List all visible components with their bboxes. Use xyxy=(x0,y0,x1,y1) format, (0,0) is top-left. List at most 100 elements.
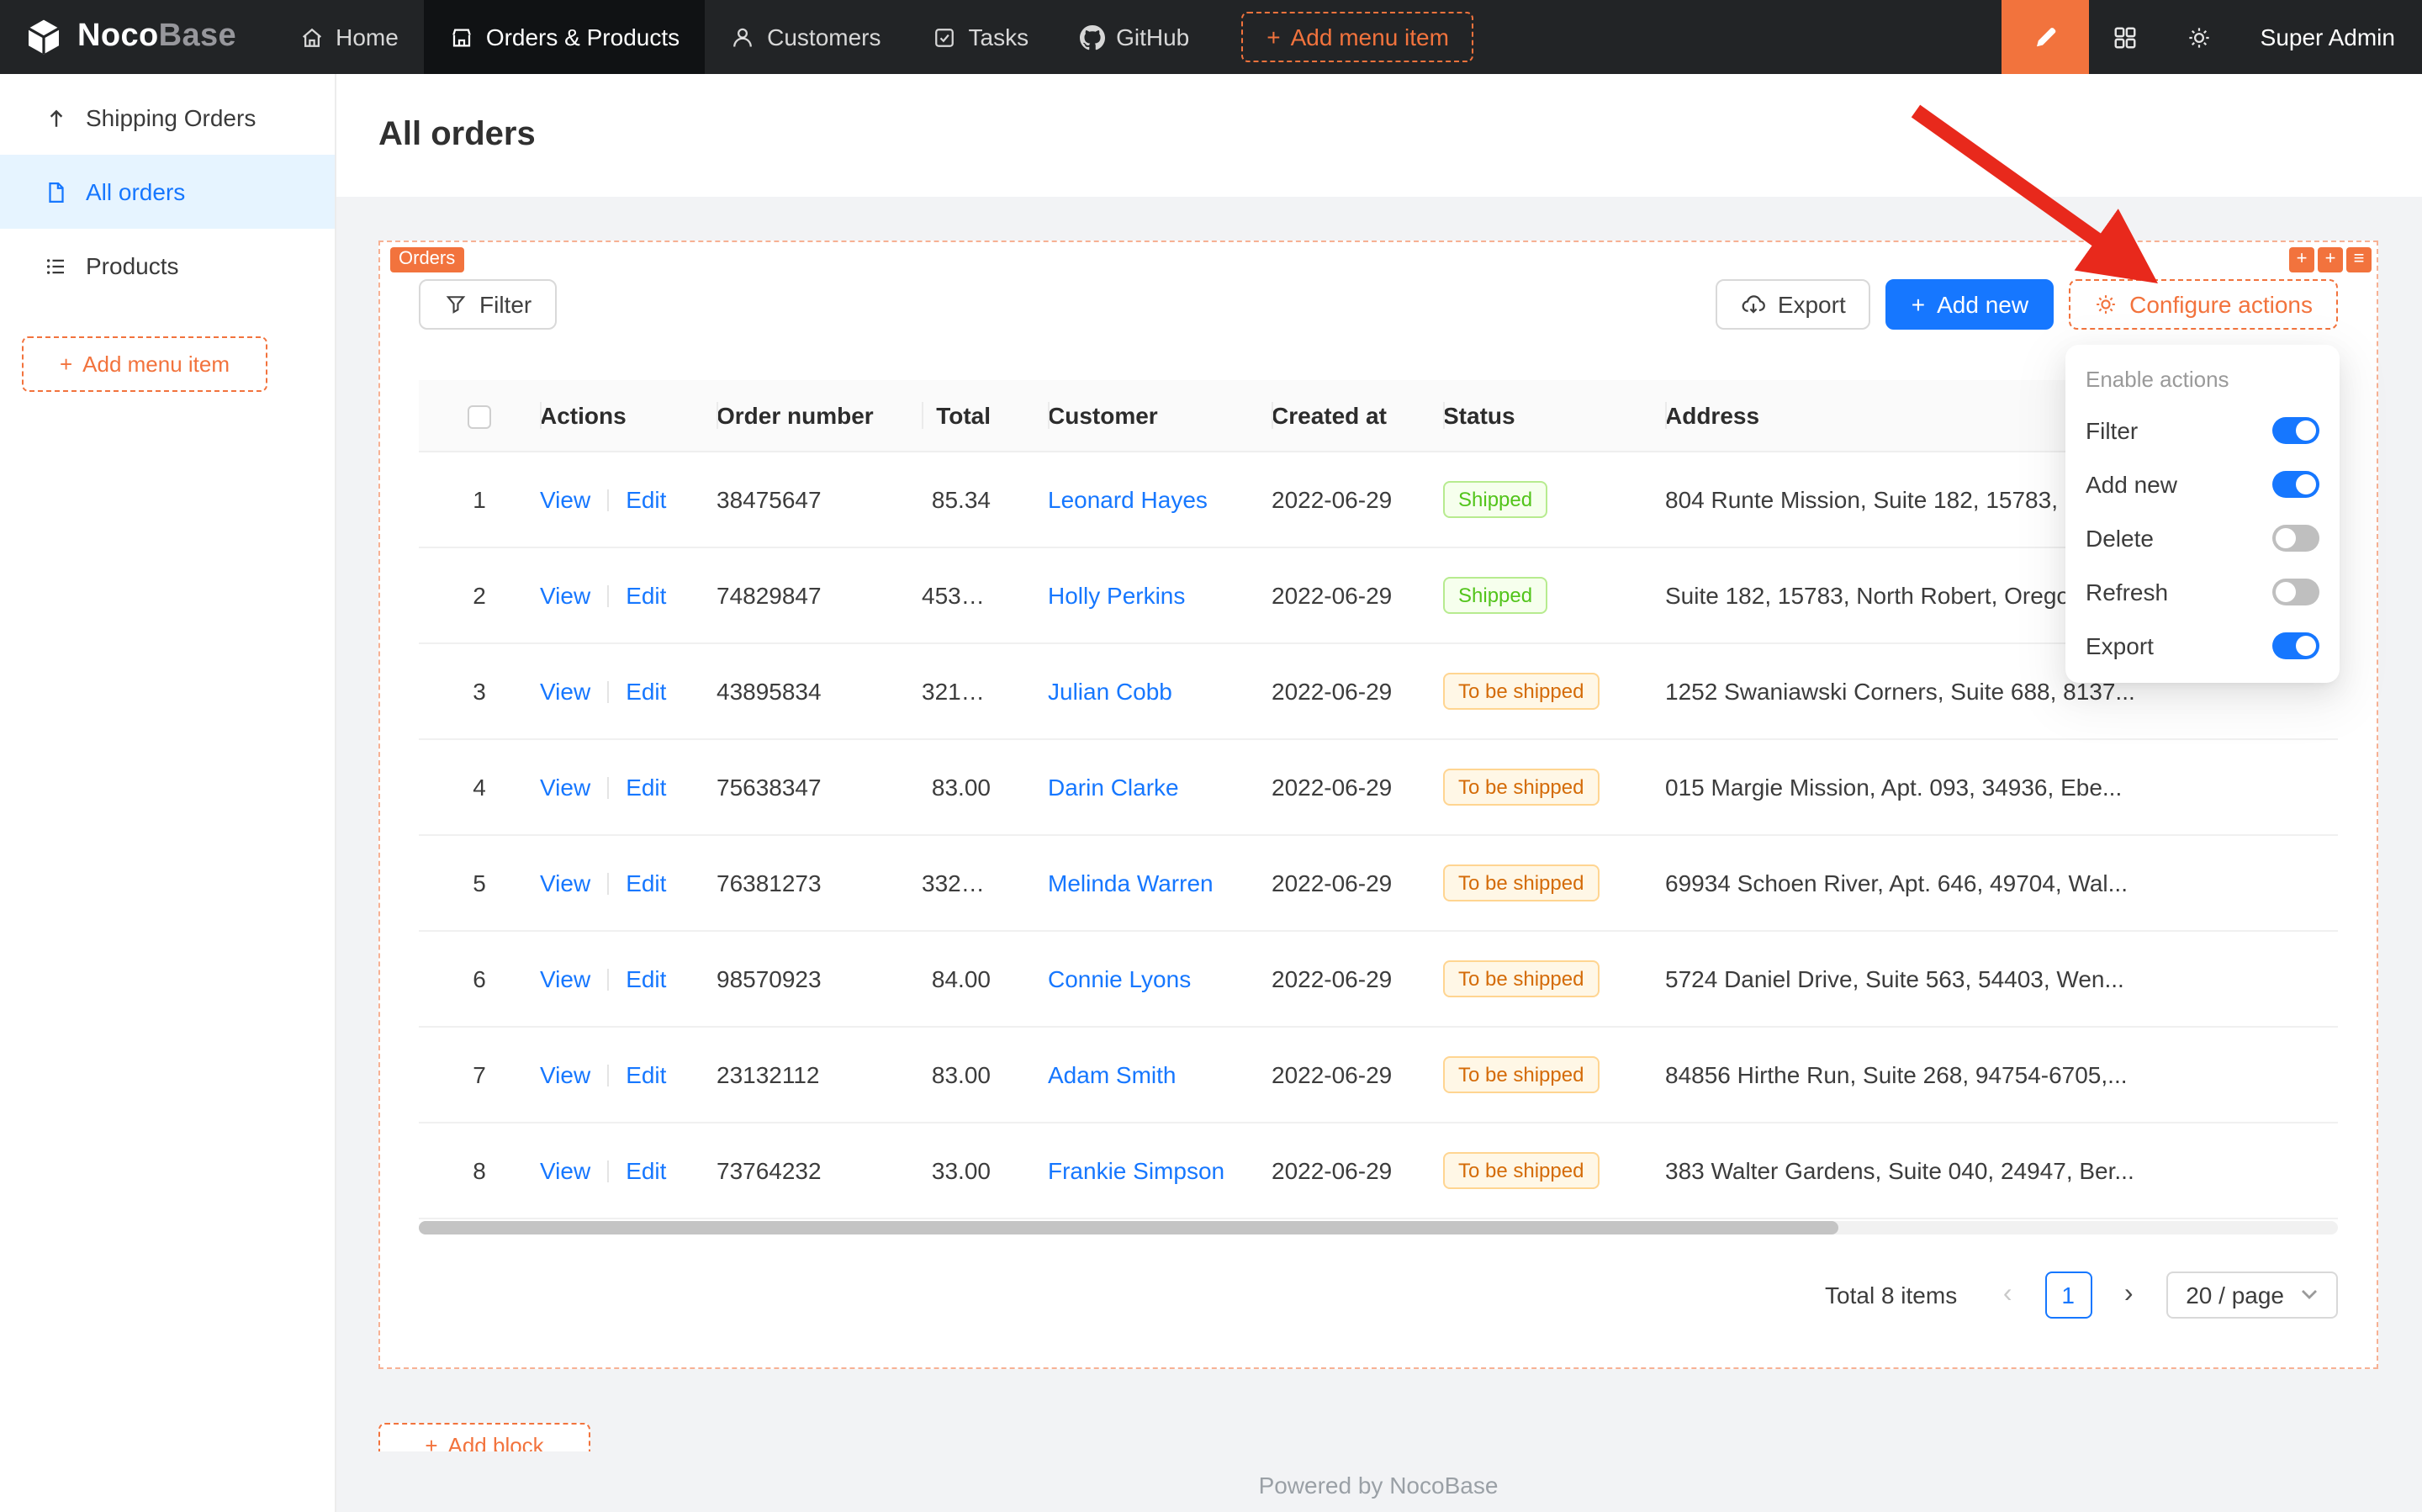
edit-link[interactable]: Edit xyxy=(626,1060,666,1087)
navbar-right: Super Admin xyxy=(2002,0,2422,74)
add-new-button[interactable]: + Add new xyxy=(1886,279,2054,330)
view-link[interactable]: View xyxy=(540,1156,590,1183)
nav-item-orders-products[interactable]: Orders & Products xyxy=(424,0,705,74)
view-link[interactable]: View xyxy=(540,677,590,704)
add-new-toggle[interactable] xyxy=(2272,471,2319,498)
customer-link[interactable]: Melinda Warren xyxy=(1048,869,1214,896)
content-area: Orders + + ≡ Filter xyxy=(336,197,2422,1512)
export-button[interactable]: Export xyxy=(1716,279,1871,330)
customer-link[interactable]: Julian Cobb xyxy=(1048,677,1172,704)
sidebar-item-all-orders[interactable]: All orders xyxy=(0,155,335,229)
customer-link[interactable]: Adam Smith xyxy=(1048,1060,1177,1087)
sidebar-item-products[interactable]: Products xyxy=(0,229,335,303)
table-row: 5 ViewEdit 76381273 332.00 Melinda Warre… xyxy=(419,834,2338,930)
pen-icon xyxy=(2032,24,2059,50)
view-link[interactable]: View xyxy=(540,869,590,896)
page-number-button[interactable]: 1 xyxy=(2044,1271,2091,1318)
column-header-total[interactable]: Total xyxy=(922,380,1048,451)
edit-link[interactable]: Edit xyxy=(626,677,666,704)
export-toggle[interactable] xyxy=(2272,632,2319,659)
navbar-add-menu-item-button[interactable]: + Add menu item xyxy=(1241,12,1474,62)
total-cell: 83.00 xyxy=(922,738,1048,834)
cloud-download-icon xyxy=(1741,292,1766,317)
table-row: 4 ViewEdit 75638347 83.00 Darin Clarke 2… xyxy=(419,738,2338,834)
view-link[interactable]: View xyxy=(540,965,590,991)
scrollbar-thumb[interactable] xyxy=(419,1220,1839,1234)
column-header-customer[interactable]: Customer xyxy=(1048,380,1272,451)
block-add-icon[interactable]: + xyxy=(2289,247,2314,272)
nav-item-home[interactable]: Home xyxy=(273,0,424,74)
customer-cell: Melinda Warren xyxy=(1048,834,1272,930)
status-cell: To be shipped xyxy=(1443,1122,1665,1218)
nav-item-tasks[interactable]: Tasks xyxy=(907,0,1055,74)
delete-toggle[interactable] xyxy=(2272,525,2319,552)
order-number-cell: 43895834 xyxy=(717,642,922,738)
view-link[interactable]: View xyxy=(540,485,590,512)
dropdown-item-add-new[interactable]: Add new xyxy=(2065,457,2340,511)
sidebar-item-shipping-orders[interactable]: Shipping Orders xyxy=(0,81,335,155)
powered-by-text: Powered by NocoBase xyxy=(378,1472,2378,1499)
prev-page-button[interactable]: ‹ xyxy=(1984,1271,2031,1318)
select-all-checkbox[interactable] xyxy=(468,405,491,429)
edit-link[interactable]: Edit xyxy=(626,581,666,608)
divider xyxy=(607,680,609,702)
edit-link[interactable]: Edit xyxy=(626,485,666,512)
nav-item-customers[interactable]: Customers xyxy=(705,0,906,74)
table-row: 7 ViewEdit 23132112 83.00 Adam Smith 202… xyxy=(419,1026,2338,1122)
customer-link[interactable]: Holly Perkins xyxy=(1048,581,1185,608)
edit-link[interactable]: Edit xyxy=(626,965,666,991)
gear-icon xyxy=(2187,24,2213,50)
block-add-column-icon[interactable]: + xyxy=(2318,247,2343,272)
edit-link[interactable]: Edit xyxy=(626,869,666,896)
next-page-button[interactable]: › xyxy=(2105,1271,2152,1318)
view-link[interactable]: View xyxy=(540,1060,590,1087)
customer-link[interactable]: Frankie Simpson xyxy=(1048,1156,1224,1183)
block-menu-icon[interactable]: ≡ xyxy=(2346,247,2372,272)
status-badge: Shipped xyxy=(1443,480,1547,517)
status-cell: To be shipped xyxy=(1443,834,1665,930)
sidebar-add-menu-item-button[interactable]: + Add menu item xyxy=(22,336,267,392)
divider xyxy=(607,1064,609,1086)
column-header-status[interactable]: Status xyxy=(1443,380,1665,451)
refresh-toggle[interactable] xyxy=(2272,579,2319,605)
view-link[interactable]: View xyxy=(540,581,590,608)
table-row: 8 ViewEdit 73764232 33.00 Frankie Simpso… xyxy=(419,1122,2338,1218)
filter-toggle[interactable] xyxy=(2272,417,2319,444)
view-link[interactable]: View xyxy=(540,773,590,800)
orders-table: Actions Order number Total Customer Crea… xyxy=(419,380,2338,1219)
column-header-actions[interactable]: Actions xyxy=(540,380,717,451)
plugin-grid-button[interactable] xyxy=(2089,0,2163,74)
edit-link[interactable]: Edit xyxy=(626,773,666,800)
edit-link[interactable]: Edit xyxy=(626,1156,666,1183)
dropdown-item-filter[interactable]: Filter xyxy=(2065,404,2340,457)
dropdown-item-export[interactable]: Export xyxy=(2065,619,2340,673)
customer-link[interactable]: Darin Clarke xyxy=(1048,773,1179,800)
customer-link[interactable]: Connie Lyons xyxy=(1048,965,1191,991)
tasks-icon xyxy=(932,24,957,50)
filter-button[interactable]: Filter xyxy=(419,279,557,330)
created-at-cell: 2022-06-29 xyxy=(1272,930,1443,1026)
ui-editor-pen-button[interactable] xyxy=(2002,0,2089,74)
dropdown-item-refresh[interactable]: Refresh xyxy=(2065,565,2340,619)
block-collection-tag[interactable]: Orders xyxy=(390,247,463,272)
created-at-cell: 2022-06-29 xyxy=(1272,451,1443,547)
created-at-cell: 2022-06-29 xyxy=(1272,738,1443,834)
dropdown-item-delete[interactable]: Delete xyxy=(2065,511,2340,565)
settings-gear-button[interactable] xyxy=(2163,0,2237,74)
customer-link[interactable]: Leonard Hayes xyxy=(1048,485,1208,512)
user-menu[interactable]: Super Admin xyxy=(2237,24,2422,50)
column-header-order-number[interactable]: Order number xyxy=(717,380,922,451)
total-cell: 332.00 xyxy=(922,834,1048,930)
page-size-select[interactable]: 20 / page xyxy=(2166,1271,2338,1318)
page-title: All orders xyxy=(378,116,536,155)
row-index: 3 xyxy=(419,642,540,738)
block-designer-toolbar: + + ≡ xyxy=(2289,247,2372,272)
add-block-button[interactable]: + Add block xyxy=(378,1423,590,1451)
nav-item-github[interactable]: GitHub xyxy=(1054,0,1214,74)
actions-cell: View Edit xyxy=(540,1026,717,1122)
column-header-created-at[interactable]: Created at xyxy=(1272,380,1443,451)
pagination: Total 8 items ‹ 1 › 20 / page xyxy=(419,1271,2338,1318)
file-icon xyxy=(44,179,69,204)
configure-actions-button[interactable]: Configure actions xyxy=(2069,279,2338,330)
brand-logo[interactable]: NocoBase xyxy=(0,17,273,57)
